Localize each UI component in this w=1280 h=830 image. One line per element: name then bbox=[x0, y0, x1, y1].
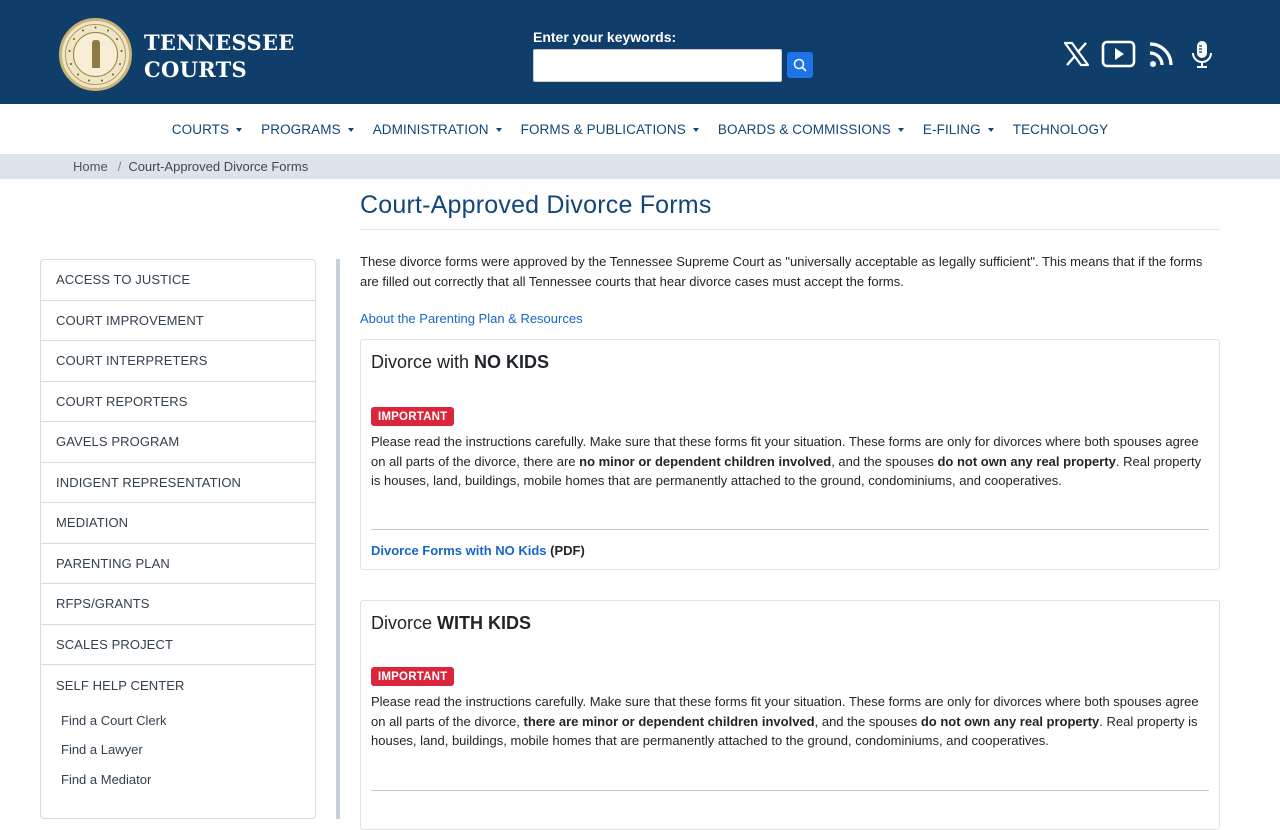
card-instructions: Please read the instructions carefully. … bbox=[371, 432, 1213, 491]
card-title: Divorce WITH KIDS bbox=[371, 613, 531, 634]
card-divider bbox=[371, 790, 1209, 791]
sidebar-item-gavels-program[interactable]: GAVELS PROGRAM bbox=[41, 422, 315, 463]
sidebar-subitem-find-court-clerk[interactable]: Find a Court Clerk bbox=[41, 706, 315, 736]
caret-down-icon bbox=[897, 127, 904, 132]
text-2: , and the spouses bbox=[814, 713, 921, 729]
card-title-bold: WITH KIDS bbox=[437, 613, 532, 633]
parenting-plan-resources-link[interactable]: About the Parenting Plan & Resources bbox=[360, 311, 583, 326]
youtube-icon[interactable] bbox=[1101, 38, 1136, 70]
nav-label: BOARDS & COMMISSIONS bbox=[717, 121, 891, 137]
card-divider bbox=[371, 529, 1209, 530]
nav-administration[interactable]: ADMINISTRATION bbox=[373, 122, 502, 137]
caret-down-icon bbox=[987, 127, 994, 132]
podcast-icon[interactable] bbox=[1189, 38, 1215, 70]
x-icon[interactable] bbox=[1061, 38, 1091, 70]
card-no-kids: Divorce with NO KIDS IMPORTANT Please re… bbox=[360, 339, 1220, 570]
text-2: , and the spouses bbox=[831, 453, 938, 469]
page-title: Court-Approved Divorce Forms bbox=[360, 191, 712, 219]
download-row: Divorce Forms with NO Kids (PDF) bbox=[371, 543, 585, 558]
justice-figure-icon bbox=[92, 40, 100, 68]
intro-paragraph: These divorce forms were approved by the… bbox=[360, 254, 1203, 289]
sidebar-item-self-help-center[interactable]: SELF HELP CENTER bbox=[41, 665, 315, 706]
caret-down-icon bbox=[347, 127, 354, 132]
nav-label: COURTS bbox=[171, 121, 230, 137]
important-badge: IMPORTANT bbox=[371, 667, 455, 686]
sidebar-item-access-to-justice[interactable]: ACCESS TO JUSTICE bbox=[41, 260, 315, 301]
nav-forms-publications[interactable]: FORMS & PUBLICATIONS bbox=[521, 122, 699, 137]
card-title-prefix: Divorce bbox=[371, 613, 438, 633]
nav-label: PROGRAMS bbox=[261, 121, 341, 137]
sidebar-menu: ACCESS TO JUSTICE COURT IMPROVEMENT COUR… bbox=[40, 259, 316, 819]
card-title-bold: NO KIDS bbox=[474, 352, 550, 372]
important-badge: IMPORTANT bbox=[371, 407, 455, 426]
nav-label: E-FILING bbox=[922, 121, 981, 137]
nav-e-filing[interactable]: E-FILING bbox=[923, 122, 994, 137]
bold-1: no minor or dependent children involved bbox=[579, 453, 832, 469]
sidebar-item-court-interpreters[interactable]: COURT INTERPRETERS bbox=[41, 341, 315, 382]
sidebar-item-rfps-grants[interactable]: RFPS/GRANTS bbox=[41, 584, 315, 625]
nav-technology[interactable]: TECHNOLOGY bbox=[1013, 122, 1109, 137]
bold-2: do not own any real property bbox=[937, 453, 1116, 469]
sidebar-subitem-find-lawyer[interactable]: Find a Lawyer bbox=[41, 735, 315, 765]
sidebar-content-divider bbox=[336, 259, 340, 819]
search-input[interactable] bbox=[533, 49, 782, 82]
breadcrumb: Home / Court-Approved Divorce Forms bbox=[0, 154, 1280, 179]
bold-2: do not own any real property bbox=[920, 713, 1100, 729]
nav-label: TECHNOLOGY bbox=[1012, 121, 1109, 137]
brand-line-2: COURTS bbox=[144, 57, 247, 82]
title-divider bbox=[360, 229, 1220, 230]
sidebar-item-court-reporters[interactable]: COURT REPORTERS bbox=[41, 382, 315, 422]
search-label: Enter your keywords: bbox=[533, 29, 677, 45]
bold-1: there are minor or dependent children in… bbox=[523, 713, 815, 729]
breadcrumb-home-link[interactable]: Home bbox=[73, 159, 108, 174]
file-type-label: (PDF) bbox=[546, 543, 585, 558]
nav-programs[interactable]: PROGRAMS bbox=[261, 122, 354, 137]
card-title-prefix: Divorce with bbox=[371, 352, 475, 372]
rss-icon[interactable] bbox=[1148, 38, 1176, 70]
card-instructions: Please read the instructions carefully. … bbox=[371, 692, 1213, 751]
nav-courts[interactable]: COURTS bbox=[171, 121, 243, 137]
caret-down-icon bbox=[692, 127, 699, 132]
card-title: Divorce with NO KIDS bbox=[371, 352, 549, 373]
breadcrumb-current: Court-Approved Divorce Forms bbox=[128, 159, 309, 174]
tennessee-judiciary-seal-logo[interactable] bbox=[59, 18, 132, 91]
main-nav: COURTS PROGRAMS ADMINISTRATION FORMS & P… bbox=[0, 104, 1280, 154]
caret-down-icon bbox=[236, 127, 243, 132]
sidebar-item-court-improvement[interactable]: COURT IMPROVEMENT bbox=[41, 301, 315, 341]
search-icon bbox=[793, 58, 807, 72]
brand-line-1: TENNESSEE bbox=[144, 30, 295, 55]
nav-label: FORMS & PUBLICATIONS bbox=[520, 121, 686, 137]
sidebar-item-indigent-representation[interactable]: INDIGENT REPRESENTATION bbox=[41, 463, 315, 503]
sidebar-item-parenting-plan[interactable]: PARENTING PLAN bbox=[41, 544, 315, 584]
nav-label: ADMINISTRATION bbox=[372, 121, 489, 137]
search-button[interactable] bbox=[787, 52, 813, 78]
breadcrumb-separator: / bbox=[117, 159, 122, 174]
site-brand[interactable]: TENNESSEE COURTS bbox=[144, 29, 295, 83]
card-with-kids: Divorce WITH KIDS IMPORTANT Please read … bbox=[360, 600, 1220, 830]
nav-boards-commissions[interactable]: BOARDS & COMMISSIONS bbox=[718, 122, 904, 137]
caret-down-icon bbox=[495, 127, 502, 132]
divorce-forms-no-kids-link[interactable]: Divorce Forms with NO Kids bbox=[371, 543, 547, 558]
site-header: TENNESSEE COURTS Enter your keywords: bbox=[0, 0, 1280, 104]
sidebar-item-mediation[interactable]: MEDIATION bbox=[41, 503, 315, 544]
sidebar-subitem-find-mediator[interactable]: Find a Mediator bbox=[41, 765, 315, 795]
sidebar-item-scales-project[interactable]: SCALES PROJECT bbox=[41, 625, 315, 665]
